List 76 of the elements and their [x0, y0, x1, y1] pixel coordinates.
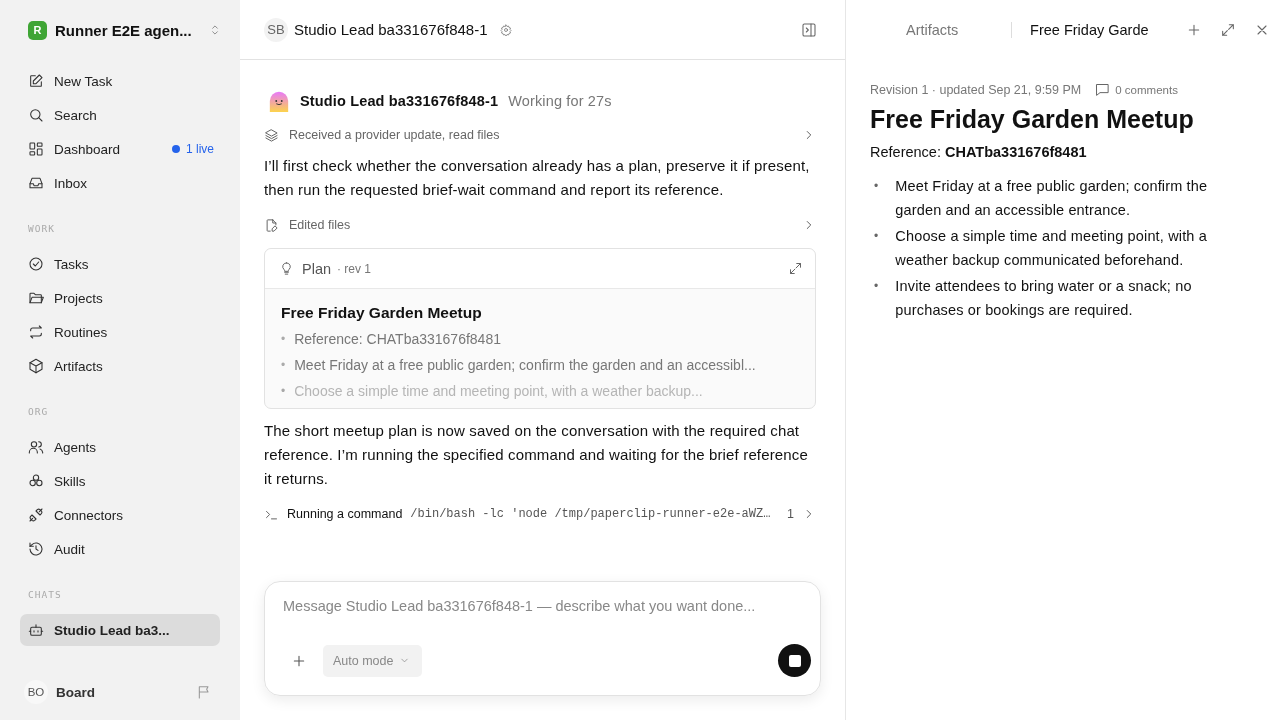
bullet-mark: •	[281, 331, 286, 348]
message-text: The short meetup plan is now saved on the conversation with the required chat reference. I’m running the specified command and waiting for the brief reference it returns.	[264, 421, 809, 489]
nav-item[interactable]: Dashboard 1 live	[20, 133, 220, 165]
inbox-icon	[28, 175, 44, 191]
bullet-mark: •	[874, 278, 879, 295]
bullet-mark: •	[874, 178, 879, 195]
nav-item[interactable]: Projects	[20, 282, 220, 314]
cube-icon	[28, 358, 44, 374]
bullet-item: Choose a simple time and meeting point, with a weather backup communicated beforehand.	[895, 227, 1208, 270]
plug-icon	[28, 507, 44, 523]
user-name: Board	[56, 684, 95, 700]
user-avatar: BO	[24, 680, 48, 704]
plan-item: Reference: CHATba331676f8481	[294, 330, 501, 349]
live-count: 1 live	[186, 142, 214, 156]
comments-link[interactable]: 0 comments	[1095, 82, 1178, 97]
panel-tab[interactable]: Free Friday Garde	[1012, 22, 1168, 38]
bullet-mark: •	[874, 228, 879, 245]
repeat-icon	[28, 324, 44, 340]
author-name: Studio Lead ba331676f848-1	[300, 93, 499, 109]
section-label: ORG	[28, 406, 50, 417]
file-edit-icon	[264, 217, 279, 233]
comment-icon	[1095, 82, 1111, 97]
bullet-item: Invite attendees to bring water or a snack; no purchases or bookings are required.	[895, 277, 1193, 320]
nav-item[interactable]: Tasks	[20, 248, 220, 280]
activity-row[interactable]: Received a provider update, read files	[264, 118, 816, 152]
plan-item: Choose a simple time and meeting point, with a weather backup...	[294, 382, 703, 401]
document-title: Free Friday Garden Meetup	[870, 105, 1195, 134]
command-row[interactable]: Running a command /bin/bash -lc 'node /tmp/paperclip-runner-e2e-aWZ… 1	[264, 497, 816, 531]
folder-icon	[28, 290, 44, 306]
message-text: I’ll first check whether the conversation already has a plan, preserve it if present, then run the requested brief-wait command and report its reference.	[264, 156, 811, 200]
nav-item[interactable]: Routines	[20, 316, 220, 348]
agent-avatar-icon	[268, 90, 290, 112]
workspace-logo: R	[28, 20, 47, 40]
section-label: CHATS	[28, 589, 63, 600]
panel-tab[interactable]: Artifacts	[846, 22, 1013, 38]
section-label: WORK	[28, 223, 56, 234]
expand-icon[interactable]	[1220, 22, 1236, 38]
grid-icon	[28, 141, 44, 157]
circles-icon	[28, 473, 44, 489]
check-circle-icon	[28, 256, 44, 272]
nav-item[interactable]: Search	[20, 99, 220, 131]
expand-icon[interactable]	[788, 261, 803, 276]
nav-item[interactable]: Skills	[20, 465, 220, 497]
chat-title: Studio Lead ba331676f848-1	[294, 21, 488, 38]
workspace-name[interactable]: Runner E2E agen...	[55, 21, 192, 39]
plan-title: Free Friday Garden Meetup	[281, 304, 483, 322]
bullet-mark: •	[281, 357, 286, 374]
bullet-mark: •	[281, 383, 286, 400]
live-dot	[172, 145, 180, 153]
working-status: Working for 27s	[508, 93, 612, 109]
users-icon	[28, 439, 44, 455]
reference-text: Reference: CHATba331676f8481	[870, 144, 1088, 160]
plan-revision: · rev 1	[337, 261, 372, 276]
plan-item: Meet Friday at a free public garden; confirm the garden and an accessibl...	[294, 356, 756, 375]
robot-icon	[28, 622, 44, 638]
nav-item[interactable]: Inbox	[20, 167, 220, 199]
message-input[interactable]: Message Studio Lead ba331676f848-1 — describe what you want done...	[283, 594, 808, 644]
nav-item[interactable]: Studio Lead ba3...	[20, 614, 220, 646]
layers-icon	[264, 127, 279, 143]
nav-item[interactable]: Artifacts	[20, 350, 220, 382]
history-icon	[28, 541, 44, 557]
bullet-item: Meet Friday at a free public garden; confirm the garden and an accessible entrance.	[895, 177, 1209, 220]
stop-button[interactable]	[778, 644, 811, 677]
nav-item[interactable]: New Task	[20, 65, 220, 97]
search-icon	[28, 107, 44, 123]
lightbulb-icon	[279, 261, 294, 276]
nav-item[interactable]: Audit	[20, 533, 220, 565]
nav-item[interactable]: Connectors	[20, 499, 220, 531]
pencil-square-icon	[28, 73, 44, 89]
activity-row[interactable]: Edited files	[264, 208, 816, 242]
nav-item[interactable]: Agents	[20, 431, 220, 463]
revision-info: Revision 1 · updated Sep 21, 9:59 PM	[870, 82, 1082, 97]
settings-icon[interactable]	[499, 23, 512, 36]
plan-label: Plan	[302, 260, 332, 277]
agent-avatar: SB	[264, 17, 288, 42]
sidebar-toggle-icon[interactable]	[801, 21, 817, 38]
